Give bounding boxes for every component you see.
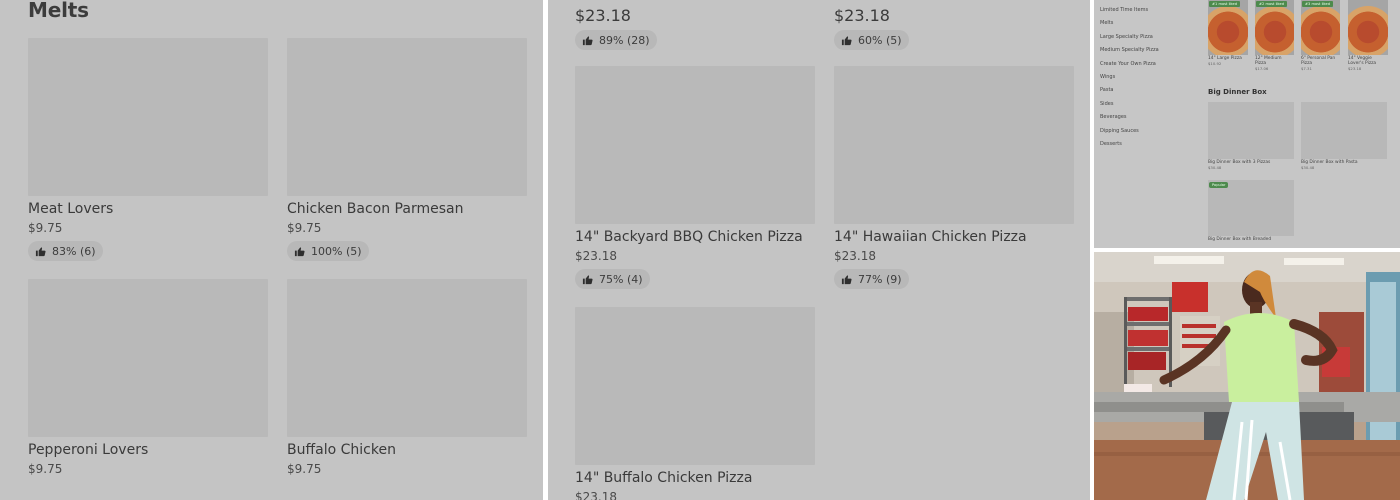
rating-text: 100% (5): [311, 244, 362, 258]
specialty-pizza-section: $23.18 89% (28) $23.18 60% (5) 14" Backy…: [548, 0, 1090, 500]
dinner-box-name: Big Dinner Box with Breaded: [1208, 237, 1272, 242]
category-sidebar: Limited Time Items Melts Large Specialty…: [1100, 4, 1200, 151]
storefront-photo: [1094, 252, 1400, 500]
menu-item-card[interactable]: Buffalo Chicken $9.75: [287, 279, 527, 477]
menu-item-card[interactable]: Chicken Bacon Parmesan $9.75 100% (5): [287, 38, 527, 261]
pizza-card[interactable]: #1 most liked 14" Large Pizza $10.92: [1208, 0, 1248, 66]
pizza-card[interactable]: #3 most liked 6" Personal Pan Pizza $7.3…: [1301, 0, 1340, 71]
menu-item-card-partial[interactable]: $23.18 60% (5): [834, 6, 1074, 50]
item-image-placeholder: [575, 66, 815, 224]
melts-section: Melts Meat Lovers $9.75 83% (6) Chicken …: [0, 0, 543, 500]
rating-badge: 89% (28): [575, 30, 657, 50]
dinner-box-price: $30.48: [1208, 165, 1222, 171]
item-image-placeholder: [834, 66, 1074, 224]
item-name: 14" Backyard BBQ Chicken Pizza: [575, 229, 803, 245]
pizza-image: #3 most liked: [1301, 0, 1340, 55]
menu-item-card[interactable]: Meat Lovers $9.75 83% (6): [28, 38, 268, 261]
rating-badge: 83% (6): [28, 241, 103, 261]
item-image-placeholder: [28, 38, 268, 196]
category-link[interactable]: Large Specialty Pizza: [1100, 31, 1200, 44]
rating-text: 83% (6): [52, 244, 96, 258]
dinner-box-image: Popular: [1208, 180, 1294, 236]
item-name: Buffalo Chicken: [287, 442, 396, 458]
rating-badge: 75% (4): [575, 269, 650, 289]
item-price: $23.18: [575, 6, 631, 25]
rating-text: 75% (4): [599, 272, 643, 286]
menu-item-card[interactable]: Pepperoni Lovers $9.75: [28, 279, 268, 477]
section-title: Melts: [28, 0, 89, 22]
category-link[interactable]: Dipping Sauces: [1100, 125, 1200, 138]
category-link[interactable]: Desserts: [1100, 138, 1200, 151]
item-price: $9.75: [287, 462, 322, 476]
dinner-box-card[interactable]: Big Dinner Box with 3 Pizzas $30.48: [1208, 102, 1294, 170]
pizza-name: 14" Veggie Lover's Pizza: [1348, 56, 1377, 67]
category-link[interactable]: Limited Time Items: [1100, 4, 1200, 17]
rating-badge: 60% (5): [834, 30, 909, 50]
dinner-box-image: [1301, 102, 1387, 159]
most-liked-badge: #3 most liked: [1302, 1, 1334, 7]
item-price: $9.75: [287, 221, 322, 235]
item-price: $23.18: [834, 249, 876, 263]
dinner-box-card[interactable]: Big Dinner Box with Pasta $30.48: [1301, 102, 1387, 170]
pizza-price: $7.31: [1301, 66, 1312, 72]
pizza-price: $23.18: [1348, 66, 1362, 72]
most-liked-badge: #1 most liked: [1209, 1, 1241, 7]
dinner-box-price: $30.48: [1301, 165, 1315, 171]
menu-item-card-partial[interactable]: $23.18 89% (28): [575, 6, 815, 50]
item-price: $23.18: [575, 249, 617, 263]
item-price: $23.18: [575, 490, 617, 500]
popular-badge: Popular: [1209, 182, 1229, 188]
pizza-card[interactable]: 14" Veggie Lover's Pizza $23.18: [1348, 0, 1388, 71]
most-liked-badge: #2 most liked: [1256, 1, 1288, 7]
item-image-placeholder: [575, 307, 815, 465]
item-image-placeholder: [287, 38, 527, 196]
menu-item-card[interactable]: 14" Backyard BBQ Chicken Pizza $23.18 75…: [575, 66, 815, 289]
menu-overview: Limited Time Items Melts Large Specialty…: [1094, 0, 1400, 248]
pizza-image: #1 most liked: [1208, 0, 1248, 55]
rating-badge: 77% (9): [834, 269, 909, 289]
category-link[interactable]: Medium Specialty Pizza: [1100, 44, 1200, 57]
category-link[interactable]: Wings: [1100, 71, 1200, 84]
pizza-name: 6" Personal Pan Pizza: [1301, 56, 1336, 67]
category-link[interactable]: Pasta: [1100, 84, 1200, 97]
dinner-box-image: [1208, 102, 1294, 159]
item-image-placeholder: [28, 279, 268, 437]
category-link[interactable]: Create Your Own Pizza: [1100, 58, 1200, 71]
thumbs-up-icon: [841, 35, 852, 45]
store-interior-image: [1094, 252, 1400, 500]
thumbs-up-icon: [582, 274, 593, 284]
rating-text: 77% (9): [858, 272, 902, 286]
rating-text: 60% (5): [858, 33, 902, 47]
item-name: 14" Hawaiian Chicken Pizza: [834, 229, 1027, 245]
category-link[interactable]: Sides: [1100, 98, 1200, 111]
item-name: Chicken Bacon Parmesan: [287, 201, 464, 217]
rating-text: 89% (28): [599, 33, 650, 47]
thumbs-up-icon: [35, 246, 46, 256]
pizza-price: $10.92: [1208, 61, 1222, 67]
item-price: $9.75: [28, 462, 63, 476]
menu-item-card[interactable]: 14" Hawaiian Chicken Pizza $23.18 77% (9…: [834, 66, 1074, 289]
item-name: Meat Lovers: [28, 201, 114, 217]
category-link[interactable]: Beverages: [1100, 111, 1200, 124]
thumbs-up-icon: [841, 274, 852, 284]
big-dinner-box-heading: Big Dinner Box: [1208, 88, 1267, 96]
rating-badge: 100% (5): [287, 241, 369, 261]
category-link[interactable]: Melts: [1100, 17, 1200, 30]
pizza-image: [1348, 0, 1388, 55]
item-image-placeholder: [287, 279, 527, 437]
item-name: 14" Buffalo Chicken Pizza: [575, 470, 753, 486]
thumbs-up-icon: [294, 246, 305, 256]
dinner-box-card[interactable]: Popular Big Dinner Box with Breaded: [1208, 180, 1294, 242]
pizza-image: #2 most liked: [1255, 0, 1294, 55]
pizza-card[interactable]: #2 most liked 12" Medium Pizza $17.06: [1255, 0, 1294, 71]
pizza-price: $17.06: [1255, 66, 1269, 72]
item-price: $23.18: [834, 6, 890, 25]
item-name: Pepperoni Lovers: [28, 442, 149, 458]
menu-item-card[interactable]: 14" Buffalo Chicken Pizza $23.18: [575, 307, 815, 500]
thumbs-up-icon: [582, 35, 593, 45]
pizza-name: 12" Medium Pizza: [1255, 56, 1282, 67]
item-price: $9.75: [28, 221, 63, 235]
